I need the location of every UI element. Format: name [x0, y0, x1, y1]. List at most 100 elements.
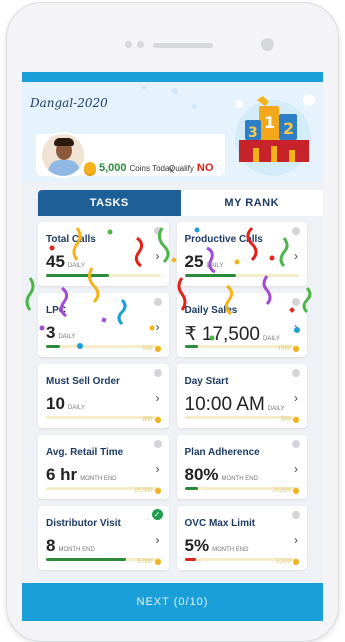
task-value: 3 — [46, 323, 56, 342]
task-value: 5% — [184, 536, 210, 555]
task-card[interactable]: OVC Max Limit 5% MONTH END › 5,000 — [176, 506, 307, 570]
task-value: 25 — [184, 252, 204, 271]
task-target: 1000 — [278, 346, 299, 352]
task-target: 10,000 — [134, 488, 161, 494]
chevron-right-icon[interactable]: › — [156, 462, 160, 476]
task-target: 800 — [142, 417, 161, 423]
status-dot-icon — [153, 369, 162, 377]
task-period: MONTH END — [221, 476, 258, 482]
task-period: DAILY — [67, 405, 85, 411]
coin-icon — [293, 559, 299, 565]
task-progress-fill — [184, 558, 196, 561]
task-target-value: 800 — [142, 417, 153, 423]
coin-icon — [84, 162, 96, 174]
task-title: OVC Max Limit — [184, 518, 256, 529]
task-target-value: 500 — [280, 417, 291, 423]
status-dot-icon — [153, 227, 162, 235]
status-dot-icon — [292, 369, 300, 377]
tab-my-rank[interactable]: MY RANK — [180, 190, 323, 216]
task-progress-bar — [46, 274, 161, 277]
front-camera — [261, 38, 274, 51]
speaker-grille — [153, 43, 213, 48]
task-grid: Total Calls 45 DAILY › Productive Calls 25 DAI… — [38, 222, 307, 570]
chevron-right-icon[interactable]: › — [294, 320, 298, 334]
chevron-right-icon[interactable]: › — [156, 533, 160, 547]
task-value-row: 25 DAILY — [185, 252, 224, 272]
status-dot-icon — [153, 440, 162, 448]
coin-icon — [154, 346, 161, 352]
next-button[interactable]: NEXT (0/10) — [22, 583, 323, 621]
app-screen: Dangal-2020 Mumbai Mavericks 5,000 Coins… — [22, 72, 323, 621]
task-value: ₹ 17,500 — [184, 324, 260, 345]
chevron-right-icon[interactable]: › — [294, 462, 298, 476]
task-card[interactable]: Daily Sales ₹ 17,500 DAILY › 1000 — [176, 293, 307, 357]
task-target: 500 — [142, 346, 161, 352]
svg-text:1: 1 — [264, 113, 275, 132]
task-target-value: 5,000 — [137, 559, 153, 565]
task-card[interactable]: Distributor Visit 8 MONTH END › ✓ 5,000 — [38, 506, 169, 570]
coin-icon — [154, 417, 161, 423]
task-period: DAILY — [262, 336, 280, 342]
task-target: 20,000 — [273, 488, 299, 494]
task-value: 45 — [46, 252, 65, 271]
chevron-right-icon[interactable]: › — [156, 249, 160, 263]
status-dot-icon — [153, 298, 162, 306]
chevron-right-icon[interactable]: › — [294, 249, 298, 263]
status-dot-icon — [292, 298, 300, 306]
chevron-right-icon[interactable]: › — [294, 533, 298, 547]
task-card[interactable]: Must Sell Order 10 DAILY › 800 — [38, 364, 169, 428]
task-card[interactable]: Plan Adherence 80% MONTH END › 20,000 — [176, 435, 307, 499]
task-value-row: 45 DAILY — [46, 252, 85, 272]
task-title: Plan Adherence — [184, 447, 260, 458]
task-period: MONTH END — [58, 547, 95, 553]
chevron-right-icon[interactable]: › — [156, 391, 160, 405]
task-value: 6 hr — [46, 465, 78, 484]
task-progress-fill — [46, 274, 109, 277]
qualify-label: Qualify — [169, 163, 194, 173]
task-card[interactable]: Day Start 10:00 AM DAILY › 500 — [176, 364, 307, 428]
task-period: MONTH END — [212, 547, 249, 553]
task-target-value: 10,000 — [134, 488, 153, 494]
chevron-right-icon[interactable]: › — [294, 391, 298, 405]
qualify-status: Qualify NO — [169, 162, 213, 174]
tab-bar: TASKS MY RANK — [38, 190, 323, 216]
coins-today: 5,000 Coins Today — [84, 162, 173, 174]
task-target: 5,000 — [276, 559, 299, 565]
task-title: Total Calls — [46, 234, 96, 245]
task-value: 80% — [184, 465, 219, 484]
task-target-value: 1000 — [277, 346, 291, 352]
task-target: 5,000 — [137, 559, 161, 565]
svg-text:3: 3 — [248, 125, 258, 141]
team-name: Mumbai Mavericks — [92, 139, 176, 150]
coins-value: 5,000 — [99, 162, 127, 174]
task-value: 10:00 AM — [184, 394, 265, 415]
status-strip — [22, 72, 323, 82]
task-target-value: 5,000 — [275, 559, 291, 565]
task-progress-fill — [46, 558, 127, 561]
task-target-value: 20,000 — [272, 488, 291, 494]
task-card[interactable]: Avg. Retail Time 6 hr MONTH END › 10,000 — [38, 435, 169, 499]
trophy-podium-icon: 1 3 2 — [235, 94, 315, 176]
task-value-row: 5% MONTH END — [185, 536, 249, 556]
task-period: DAILY — [267, 406, 285, 412]
coin-icon — [293, 417, 299, 423]
avatar[interactable] — [40, 132, 86, 178]
coin-icon — [154, 488, 161, 494]
chevron-right-icon[interactable]: › — [156, 320, 160, 334]
task-title: Distributor Visit — [46, 518, 121, 529]
qualify-value: NO — [196, 162, 214, 174]
task-card[interactable]: Productive Calls 25 DAILY › — [176, 222, 307, 286]
task-card[interactable]: Total Calls 45 DAILY › — [38, 222, 169, 286]
task-progress-fill — [184, 345, 199, 348]
task-value: 8 — [46, 536, 56, 555]
task-progress-fill — [46, 345, 60, 348]
task-title: Productive Calls — [184, 234, 263, 245]
check-icon: ✓ — [151, 509, 163, 520]
task-title: Day Start — [184, 376, 229, 387]
task-title: Daily Sales — [184, 305, 238, 316]
tab-tasks[interactable]: TASKS — [38, 190, 181, 216]
coin-icon — [154, 559, 161, 565]
coin-icon — [293, 488, 299, 494]
task-value: 10 — [46, 394, 65, 413]
task-card[interactable]: LPC 3 DAILY › 500 — [38, 293, 169, 357]
